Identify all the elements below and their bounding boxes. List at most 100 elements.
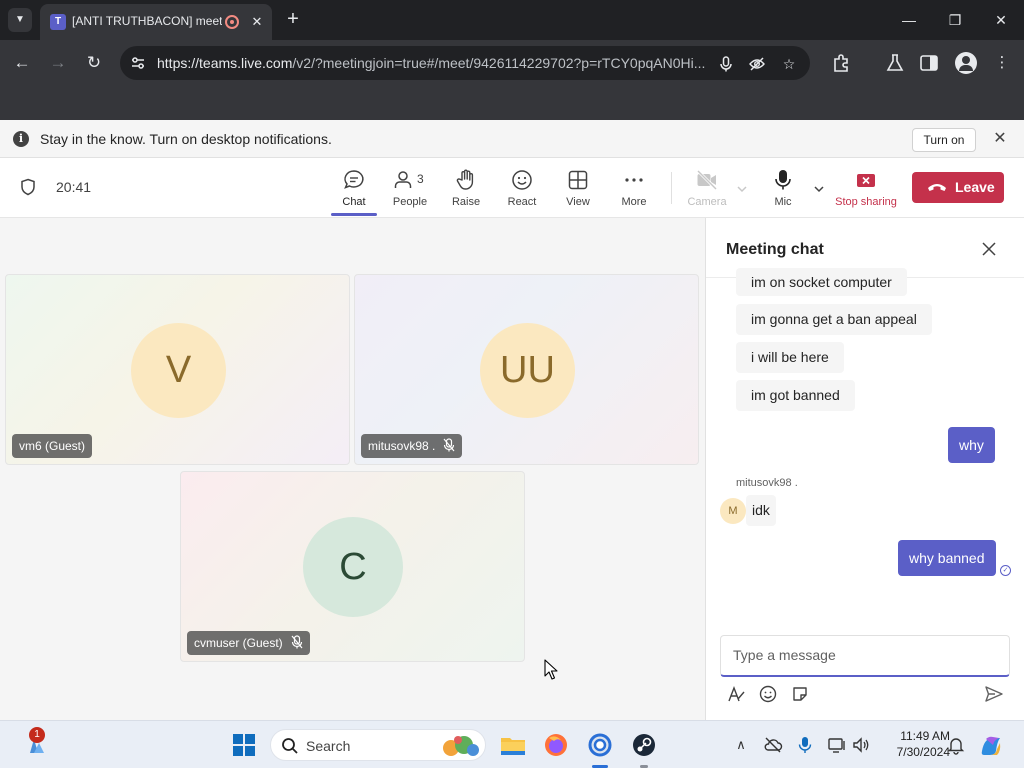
people-button[interactable]: 3 People: [382, 166, 438, 214]
mic-label: Mic: [774, 196, 792, 208]
react-label: React: [507, 196, 537, 208]
react-button[interactable]: React: [494, 166, 550, 214]
chat-label: Chat: [342, 196, 366, 208]
labs-flask-icon[interactable]: [884, 52, 906, 74]
address-url: https://teams.live.com/v2/?meetingjoin=t…: [157, 55, 706, 71]
people-label: People: [392, 196, 428, 208]
volume-icon[interactable]: [851, 735, 871, 755]
taskbar-search-box[interactable]: Search: [270, 729, 486, 761]
leave-button[interactable]: Leave: [912, 172, 1004, 203]
emoji-icon[interactable]: [758, 684, 778, 704]
file-explorer-icon[interactable]: [497, 729, 529, 761]
info-icon: i: [13, 131, 29, 147]
display-network-icon[interactable]: [827, 735, 847, 755]
camera-blocked-icon[interactable]: [748, 55, 766, 73]
chrome-icon[interactable]: [584, 729, 616, 761]
chat-message-in: im on socket computer: [736, 268, 907, 296]
window-close-icon[interactable]: ✕: [986, 8, 1016, 32]
teams-favicon-icon: T: [50, 14, 66, 30]
leave-label: Leave: [955, 179, 995, 195]
clock-date: 7/30/2024: [896, 745, 950, 759]
mic-button[interactable]: Mic: [755, 166, 811, 214]
tab-search-chevron-icon[interactable]: ▼: [8, 8, 32, 32]
recording-indicator-icon: [225, 15, 239, 29]
chat-sender-name: mitusovk98 .: [736, 477, 798, 489]
bookmark-star-icon[interactable]: ☆: [780, 55, 798, 73]
chat-message-in: i will be here: [736, 342, 844, 373]
close-chat-icon[interactable]: [980, 240, 998, 258]
browser-menu-icon[interactable]: ⋮: [991, 52, 1013, 74]
sticker-icon[interactable]: [790, 684, 810, 704]
participant-tile[interactable]: C cvmuser (Guest): [180, 471, 525, 662]
more-dots-icon: [625, 178, 643, 182]
raise-hand-button[interactable]: Raise: [438, 166, 494, 214]
restore-icon[interactable]: ❐: [940, 8, 970, 32]
cloud-sync-off-icon[interactable]: [763, 735, 783, 755]
meeting-control-bar: 20:41 Chat 3 People Raise React View Mor…: [0, 158, 1024, 218]
participant-name: vm6 (Guest): [19, 439, 86, 453]
camera-options-chevron-icon[interactable]: [736, 183, 748, 195]
minimize-icon[interactable]: —: [894, 8, 924, 32]
taskbar-clock[interactable]: 11:49 AM 7/30/2024: [878, 728, 950, 760]
windows-start-icon[interactable]: [228, 729, 260, 761]
reload-icon[interactable]: ↻: [82, 51, 106, 75]
more-label: More: [621, 196, 647, 208]
back-icon[interactable]: ←: [10, 51, 34, 75]
copilot-icon[interactable]: [976, 731, 1006, 761]
active-tab-indicator: [331, 213, 377, 216]
chat-message-out: why banned: [898, 540, 996, 576]
participant-name-tag: cvmuser (Guest): [187, 631, 310, 655]
browser-tabstrip: ▼ T [ANTI TRUTHBACON] meeting ✕ + — ❐ ✕: [0, 0, 1024, 40]
microphone-icon: [775, 170, 791, 190]
mic-in-use-icon[interactable]: [717, 55, 735, 73]
chat-message-in: idk: [746, 495, 776, 526]
dismiss-notification-icon[interactable]: ✕: [990, 129, 1010, 149]
participant-tile[interactable]: UU mitusovk98 .: [354, 274, 699, 465]
mic-in-use-tray-icon[interactable]: [795, 735, 815, 755]
send-icon[interactable]: [984, 684, 1004, 704]
format-text-icon[interactable]: [726, 684, 746, 704]
new-tab-button[interactable]: +: [282, 8, 304, 30]
steam-icon[interactable]: [628, 729, 660, 761]
mic-options-chevron-icon[interactable]: [813, 183, 825, 195]
turn-on-notifications-button[interactable]: Turn on: [912, 128, 976, 152]
site-settings-icon[interactable]: [130, 55, 146, 71]
notification-bell-icon[interactable]: [946, 735, 966, 755]
message-compose-box[interactable]: [720, 635, 1010, 677]
tab-close-icon[interactable]: ✕: [248, 13, 266, 31]
raise-hand-icon: [456, 169, 474, 190]
show-hidden-icons-chevron-icon[interactable]: ∧: [731, 735, 751, 755]
chat-message-in: im got banned: [736, 380, 855, 411]
message-sent-check-icon: ✓: [1000, 565, 1011, 576]
firefox-icon[interactable]: [540, 729, 572, 761]
side-panel-icon[interactable]: [918, 52, 940, 74]
toolbar-divider: [671, 172, 672, 204]
stop-sharing-button[interactable]: Stop sharing: [834, 166, 898, 214]
chat-icon: [344, 170, 364, 189]
extensions-icon[interactable]: [830, 52, 852, 74]
message-input[interactable]: [733, 647, 993, 663]
browser-tab-active[interactable]: T [ANTI TRUTHBACON] meeting ✕: [40, 4, 272, 40]
forward-icon[interactable]: →: [46, 51, 70, 75]
camera-button[interactable]: Camera: [679, 166, 735, 214]
desktop-notification-banner: i Stay in the know. Turn on desktop noti…: [0, 120, 1024, 158]
participant-name: cvmuser (Guest): [194, 636, 283, 650]
meeting-chat-panel: Meeting chat im on socket computer im go…: [705, 218, 1024, 720]
chat-sender-avatar: M: [720, 498, 746, 524]
stop-share-icon: [857, 174, 875, 187]
more-button[interactable]: More: [606, 166, 662, 214]
profile-avatar-icon[interactable]: [955, 52, 977, 74]
shield-icon[interactable]: [20, 178, 36, 196]
mic-off-icon: [443, 438, 455, 452]
bookmarks-bar: [0, 86, 1024, 120]
view-button[interactable]: View: [550, 166, 606, 214]
address-bar[interactable]: https://teams.live.com/v2/?meetingjoin=t…: [120, 46, 810, 80]
mic-off-icon: [291, 635, 303, 649]
participant-tile[interactable]: V vm6 (Guest): [5, 274, 350, 465]
smiley-icon: [512, 170, 532, 190]
chat-button[interactable]: Chat: [326, 166, 382, 214]
chat-message-in: im gonna get a ban appeal: [736, 304, 932, 335]
grid-view-icon: [568, 170, 588, 190]
participant-name: mitusovk98 .: [368, 439, 436, 453]
camera-label: Camera: [687, 196, 727, 208]
